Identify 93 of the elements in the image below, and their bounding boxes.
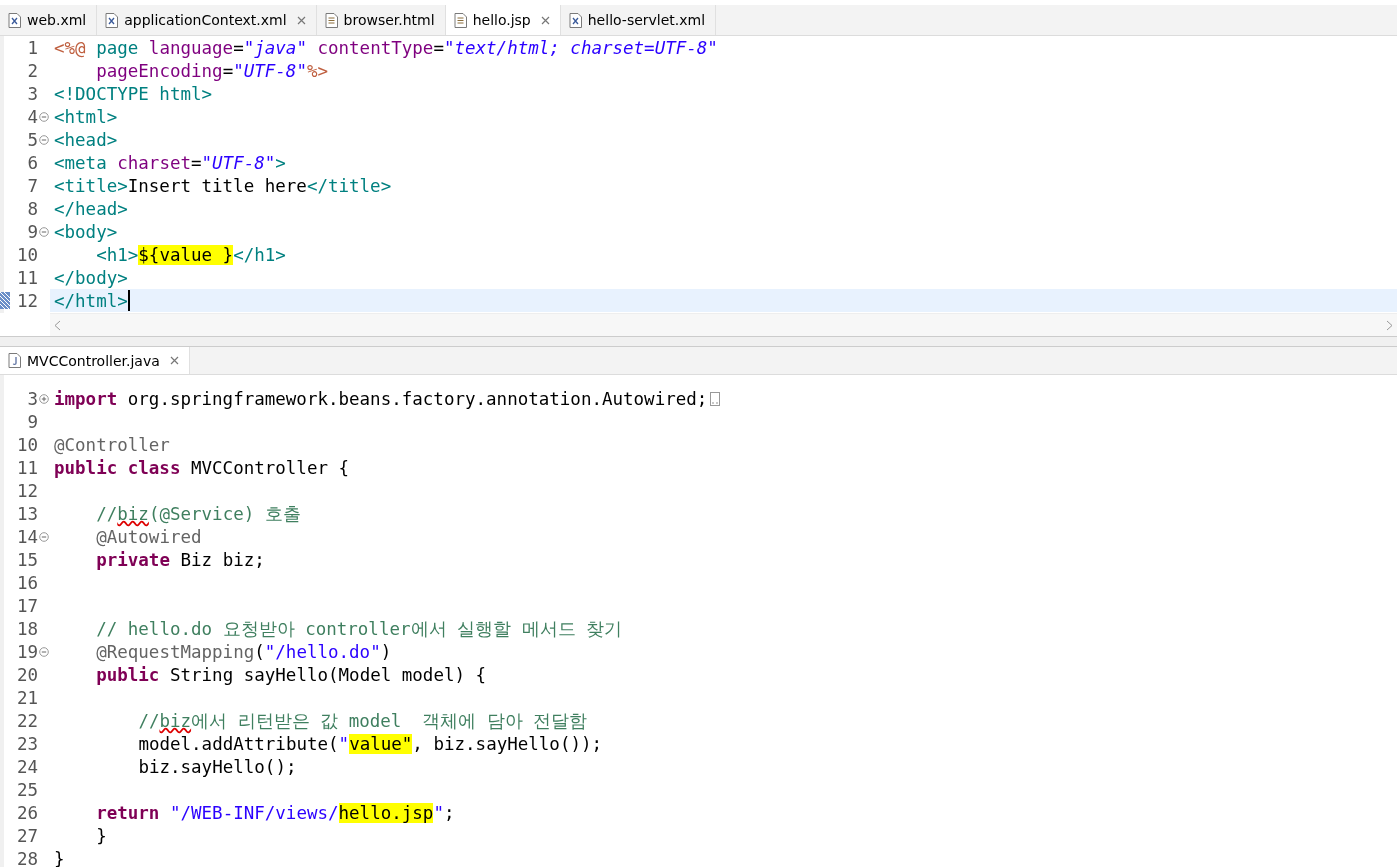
code-text: 에서 리턴받은 값 model 객체에 담아 전달함 (191, 709, 588, 733)
code-text: @Controller (54, 434, 170, 455)
xml-file-icon (105, 12, 119, 28)
close-icon[interactable] (296, 15, 306, 25)
code-text: @RequestMapping("/hello.do") (95, 641, 392, 662)
line-number: 1 (27, 37, 38, 58)
text-cursor (127, 290, 130, 311)
line-number: 14 (16, 526, 38, 547)
line-number: 10 (16, 244, 38, 265)
code-text: // (137, 710, 160, 731)
close-icon[interactable] (540, 15, 550, 25)
code-text: (@Service) 호출 (148, 502, 301, 526)
code-text: <h1> (95, 244, 139, 265)
line-number: 4 (27, 106, 38, 127)
code-text: @Autowired (95, 526, 202, 547)
xml-file-icon (8, 12, 21, 28)
java-file-icon (8, 353, 21, 368)
code-text: // (95, 503, 118, 524)
code-text: </h1> (233, 244, 286, 265)
line-number: 7 (27, 175, 38, 196)
editor-tab[interactable]: hello.jsp (445, 5, 561, 35)
code-text: } (54, 848, 65, 867)
search-match: ${value } (138, 244, 234, 265)
line-number: 9 (27, 411, 38, 432)
code-text: </body> (54, 267, 128, 288)
code-text: <meta charset="UTF-8"> (54, 152, 286, 173)
line-number: 16 (16, 572, 38, 593)
code-text: <!DOCTYPE html> (54, 83, 213, 104)
line-number: 12 (16, 290, 38, 311)
scroll-right-icon[interactable] (1386, 319, 1393, 331)
misspelled-word: biz (159, 710, 192, 731)
xml-file-icon (568, 12, 582, 28)
collapse-icon[interactable] (39, 531, 49, 542)
line-number: 19 (16, 641, 38, 662)
line-number: 3 (27, 388, 38, 409)
line-number: 25 (16, 779, 38, 800)
code-text: // hello.do 요청받아 controller에서 실행할 메서드 찾기 (95, 617, 623, 641)
line-number: 10 (16, 434, 38, 455)
collapse-icon[interactable] (39, 111, 49, 122)
line-number: 3 (27, 83, 38, 104)
collapse-icon[interactable] (39, 646, 49, 657)
folded-code-icon[interactable] (710, 391, 721, 406)
line-number: 9 (27, 221, 38, 242)
code-text: return "/WEB-INF/views/ (95, 802, 339, 823)
code-text: <head> (54, 129, 118, 150)
panel-separator[interactable] (0, 336, 1397, 347)
text-file-icon (453, 12, 467, 28)
code-text: model.addAttribute(" (137, 733, 350, 754)
code-text: <title>Insert title here</title> (54, 175, 392, 196)
code-text: public class MVCController { (54, 457, 350, 478)
line-number: 24 (16, 756, 38, 777)
code-text: private Biz biz; (95, 549, 265, 570)
line-number: 26 (16, 802, 38, 823)
search-match: value" (349, 733, 413, 754)
code-text: biz.sayHello(); (137, 756, 297, 777)
line-number: 5 (27, 129, 38, 150)
code-text: <%@ page language="java" contentType="text/html; charset=UTF-8" (54, 37, 718, 58)
code-text: } (95, 825, 107, 846)
line-number: 23 (16, 733, 38, 754)
expand-icon[interactable] (39, 393, 49, 404)
line-number: 11 (16, 267, 38, 288)
code-text: <body> (54, 221, 118, 242)
line-number: 17 (16, 595, 38, 616)
line-number: 15 (16, 549, 38, 570)
collapse-icon[interactable] (39, 226, 49, 237)
line-number: 20 (16, 664, 38, 685)
code-text: pageEncoding="UTF-8"%> (95, 60, 328, 81)
line-number: 2 (27, 60, 38, 81)
line-number: 27 (16, 825, 38, 846)
line-number: 12 (16, 480, 38, 501)
collapse-icon[interactable] (39, 134, 49, 145)
horizontal-scrollbar[interactable] (50, 313, 1397, 336)
line-number: 22 (16, 710, 38, 731)
line-number: 8 (27, 198, 38, 219)
code-text: </head> (54, 198, 128, 219)
code-text: <html> (54, 106, 118, 127)
scroll-left-icon[interactable] (54, 319, 61, 331)
code-text: "; (433, 802, 455, 823)
line-number: 13 (16, 503, 38, 524)
search-match: hello.jsp (338, 802, 434, 823)
line-number: 18 (16, 618, 38, 639)
code-text: import org.springframework.beans.factory.annotation.Autowired; (54, 388, 708, 409)
editor-tab[interactable]: MVCController.java (0, 347, 190, 374)
text-file-icon (324, 12, 338, 28)
close-icon[interactable] (169, 356, 179, 365)
line-number: 21 (16, 687, 38, 708)
line-number: 28 (16, 848, 38, 867)
line-number: 11 (16, 457, 38, 478)
code-text: </html> (54, 290, 128, 311)
misspelled-word: biz (117, 503, 149, 524)
code-text: public String sayHello(Model model) { (95, 664, 487, 685)
code-text: , biz.sayHello()); (412, 733, 603, 754)
line-number: 6 (27, 152, 38, 173)
